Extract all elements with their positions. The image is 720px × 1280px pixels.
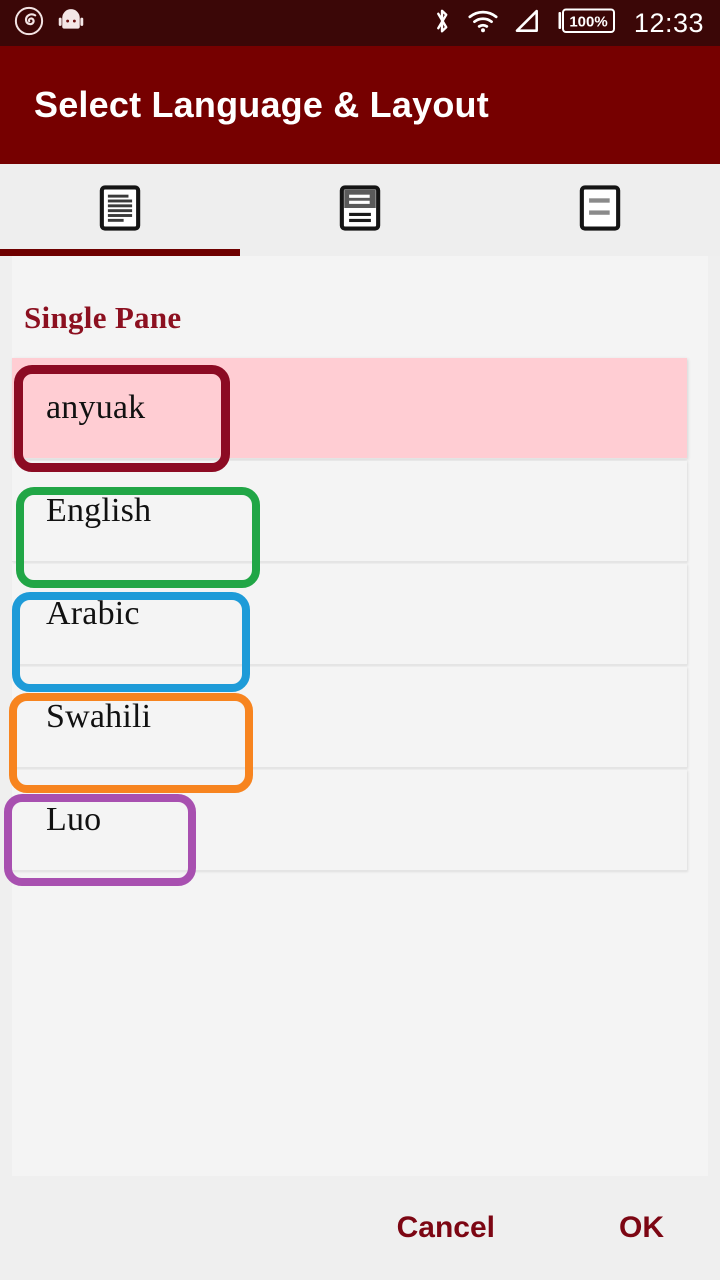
wifi-icon	[468, 8, 498, 39]
bluetooth-icon	[430, 6, 454, 41]
app-bar: Select Language & Layout	[0, 46, 720, 164]
cellular-signal-icon	[512, 8, 540, 39]
language-list: anyuak English Arabic Swahili Luo	[12, 358, 708, 871]
document-two-lines-icon	[579, 184, 621, 236]
status-system-icons: 100% 12:33	[430, 6, 704, 41]
list-item[interactable]: Luo	[12, 770, 687, 871]
document-full-lines-icon	[99, 184, 141, 236]
language-label: anyuak	[46, 389, 146, 426]
tab-single-pane[interactable]	[0, 164, 240, 256]
list-item[interactable]: English	[12, 461, 687, 562]
app-screen: 100% 12:33 Select Language & Layout Sing…	[0, 0, 720, 1280]
ok-button[interactable]: OK	[601, 1201, 682, 1255]
battery-icon: 100%	[554, 7, 616, 40]
status-bar: 100% 12:33	[0, 0, 720, 46]
cancel-button[interactable]: Cancel	[379, 1201, 513, 1255]
content-panel: Single Pane anyuak English Arabic Swahil…	[12, 256, 708, 1176]
tab-compact-lines[interactable]	[480, 164, 720, 256]
spiral-app-icon	[14, 6, 44, 41]
language-label: Arabic	[46, 595, 140, 632]
page-title: Select Language & Layout	[34, 84, 489, 125]
language-label: Luo	[46, 801, 102, 838]
status-notification-icons	[14, 6, 86, 41]
list-item[interactable]: anyuak	[12, 358, 687, 459]
svg-text:100%: 100%	[569, 13, 607, 30]
language-label: English	[46, 492, 152, 529]
language-label: Swahili	[46, 698, 152, 735]
list-item[interactable]: Swahili	[12, 667, 687, 768]
document-split-horizontal-icon	[339, 184, 381, 236]
dialog-footer: Cancel OK	[0, 1176, 720, 1280]
android-robot-icon	[56, 6, 86, 41]
tab-split-horizontal[interactable]	[240, 164, 480, 256]
active-tab-indicator	[0, 249, 240, 256]
section-title: Single Pane	[24, 300, 182, 335]
status-clock: 12:33	[633, 7, 704, 38]
tab-strip	[0, 164, 720, 256]
list-item[interactable]: Arabic	[12, 564, 687, 665]
